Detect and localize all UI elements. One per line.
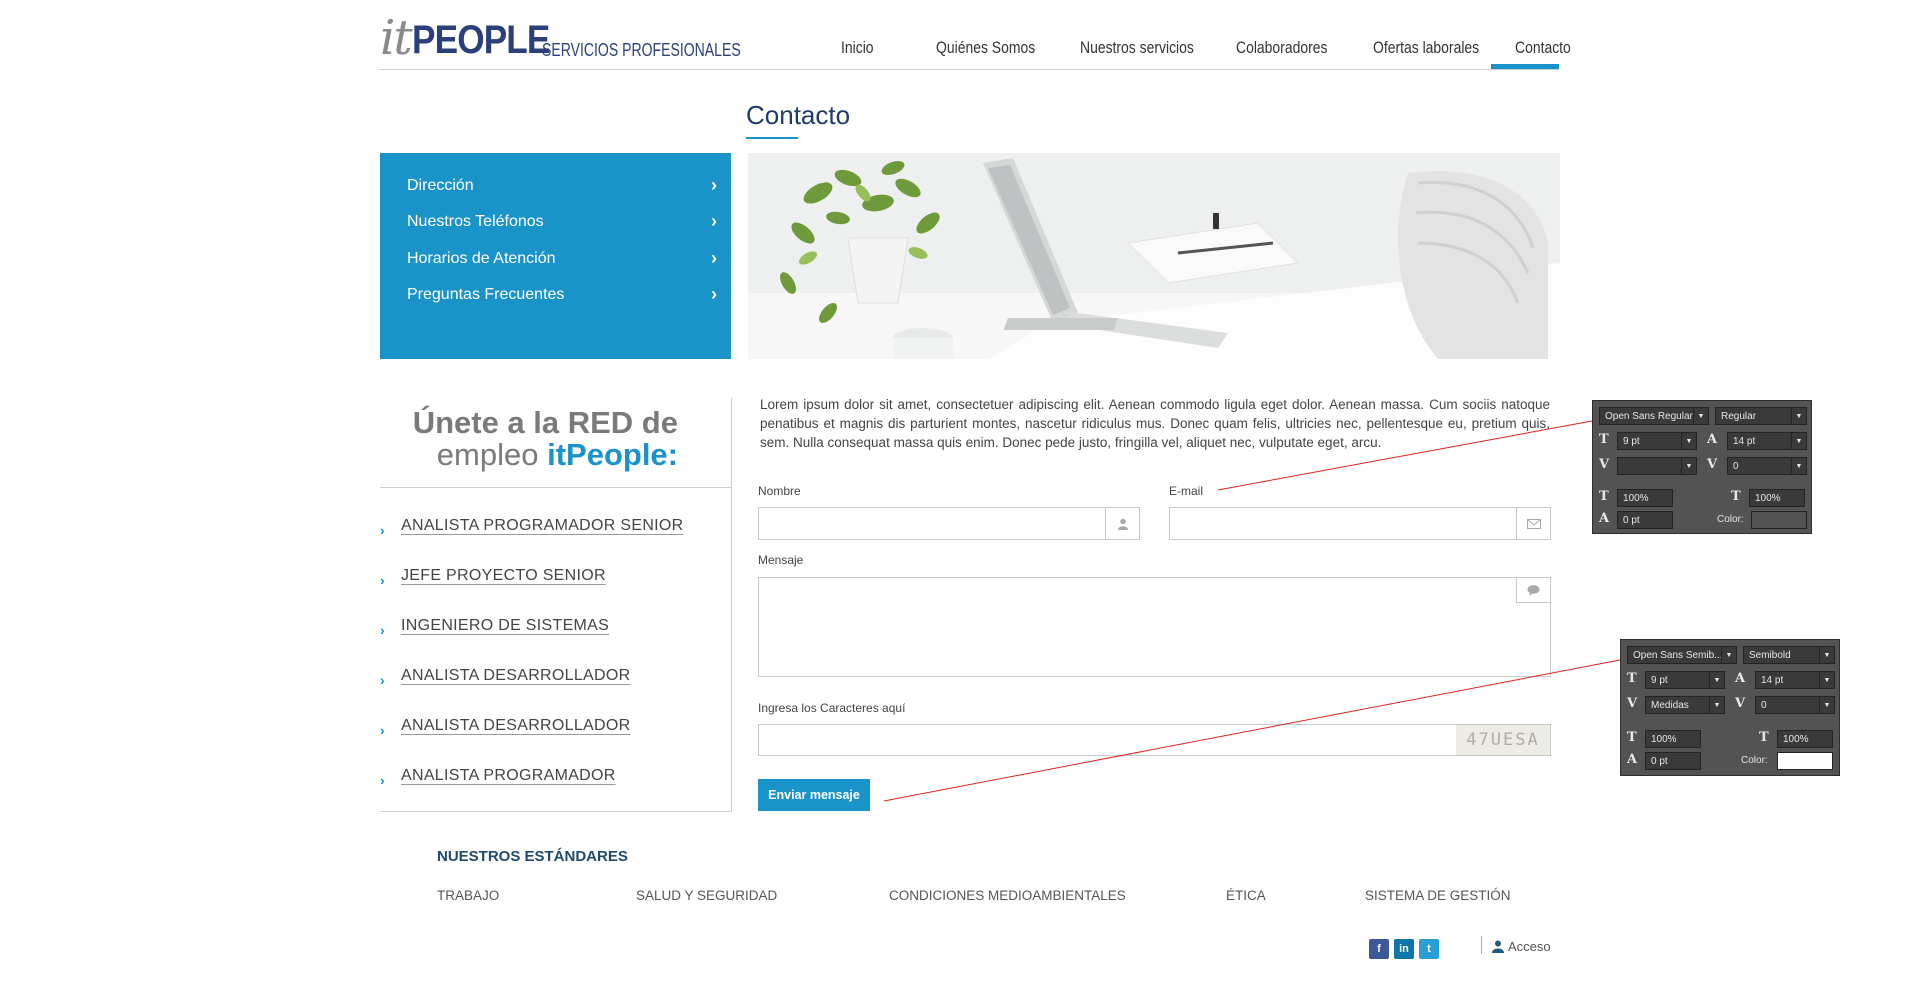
vertical-scale-field: 100% (1617, 489, 1673, 507)
kerning-value: Medidas (1651, 700, 1689, 711)
vertical-scale-icon: T (1627, 730, 1637, 745)
dropdown-icon: ▼ (1791, 408, 1806, 424)
tracking-field: 0 ▼ (1755, 696, 1835, 714)
font-size-icon: T (1599, 432, 1609, 447)
vertical-scale-icon: T (1599, 489, 1609, 504)
dropdown-icon: ▼ (1819, 647, 1834, 663)
leading-field: 14 pt ▼ (1727, 432, 1807, 450)
kerning-icon: V (1627, 696, 1638, 711)
horizontal-scale-icon: T (1759, 730, 1769, 745)
color-swatch (1751, 511, 1807, 529)
dropdown-icon: ▼ (1819, 672, 1834, 688)
tracking-field: 0 ▼ (1727, 457, 1807, 475)
tracking-icon: V (1707, 457, 1718, 472)
vertical-scale-field: 100% (1645, 730, 1701, 748)
leading-icon: A (1707, 432, 1718, 447)
dropdown-icon: ▼ (1709, 672, 1724, 688)
dropdown-icon: ▼ (1709, 697, 1724, 713)
font-family-field: Open Sans Semib... ▼ (1627, 646, 1737, 664)
baseline-shift-value: 0 pt (1651, 756, 1668, 767)
font-style-value: Regular (1721, 411, 1757, 422)
baseline-shift-icon: A (1627, 752, 1638, 767)
horizontal-scale-field: 100% (1777, 730, 1833, 748)
font-style-value: Semibold (1749, 650, 1791, 661)
font-size-field: 9 pt ▼ (1617, 432, 1697, 450)
font-size-icon: T (1627, 671, 1637, 686)
font-style-field: Semibold ▼ (1743, 646, 1835, 664)
kerning-icon: V (1599, 457, 1610, 472)
tracking-icon: V (1735, 696, 1746, 711)
horizontal-scale-field: 100% (1749, 489, 1805, 507)
dropdown-icon: ▼ (1791, 433, 1806, 449)
type-spec-panel-1: Open Sans Regular ▼ Regular ▼ T 9 pt ▼ A 14… (1592, 400, 1812, 534)
type-spec-panel-2: Open Sans Semib... ▼ Semibold ▼ T 9 pt ▼ A … (1620, 639, 1840, 776)
horizontal-scale-value: 100% (1755, 493, 1781, 504)
leading-field: 14 pt ▼ (1755, 671, 1835, 689)
font-style-field: Regular ▼ (1715, 407, 1807, 425)
font-size-field: 9 pt ▼ (1645, 671, 1725, 689)
baseline-shift-icon: A (1599, 511, 1610, 526)
font-family-value: Open Sans Semib... (1633, 650, 1723, 661)
dropdown-icon: ▼ (1681, 433, 1696, 449)
leading-value: 14 pt (1761, 675, 1784, 686)
horizontal-scale-icon: T (1731, 489, 1741, 504)
leading-value: 14 pt (1733, 436, 1756, 447)
tracking-value: 0 (1761, 700, 1767, 711)
leading-icon: A (1735, 671, 1746, 686)
dropdown-icon: ▼ (1791, 458, 1806, 474)
color-label: Color: (1741, 755, 1768, 766)
tracking-value: 0 (1733, 461, 1739, 472)
font-size-value: 9 pt (1623, 436, 1640, 447)
vertical-scale-value: 100% (1651, 734, 1677, 745)
font-size-value: 9 pt (1651, 675, 1668, 686)
baseline-shift-field: 0 pt (1645, 752, 1701, 770)
dropdown-icon: ▼ (1721, 647, 1736, 663)
color-label: Color: (1717, 514, 1744, 525)
font-family-value: Open Sans Regular (1605, 411, 1693, 422)
dropdown-icon: ▼ (1819, 697, 1834, 713)
baseline-shift-value: 0 pt (1623, 515, 1640, 526)
dropdown-icon: ▼ (1693, 408, 1708, 424)
kerning-field: Medidas ▼ (1645, 696, 1725, 714)
kerning-field: ▼ (1617, 457, 1697, 475)
dropdown-icon: ▼ (1681, 458, 1696, 474)
vertical-scale-value: 100% (1623, 493, 1649, 504)
color-swatch (1777, 752, 1833, 770)
baseline-shift-field: 0 pt (1617, 511, 1673, 529)
horizontal-scale-value: 100% (1783, 734, 1809, 745)
font-family-field: Open Sans Regular ▼ (1599, 407, 1709, 425)
